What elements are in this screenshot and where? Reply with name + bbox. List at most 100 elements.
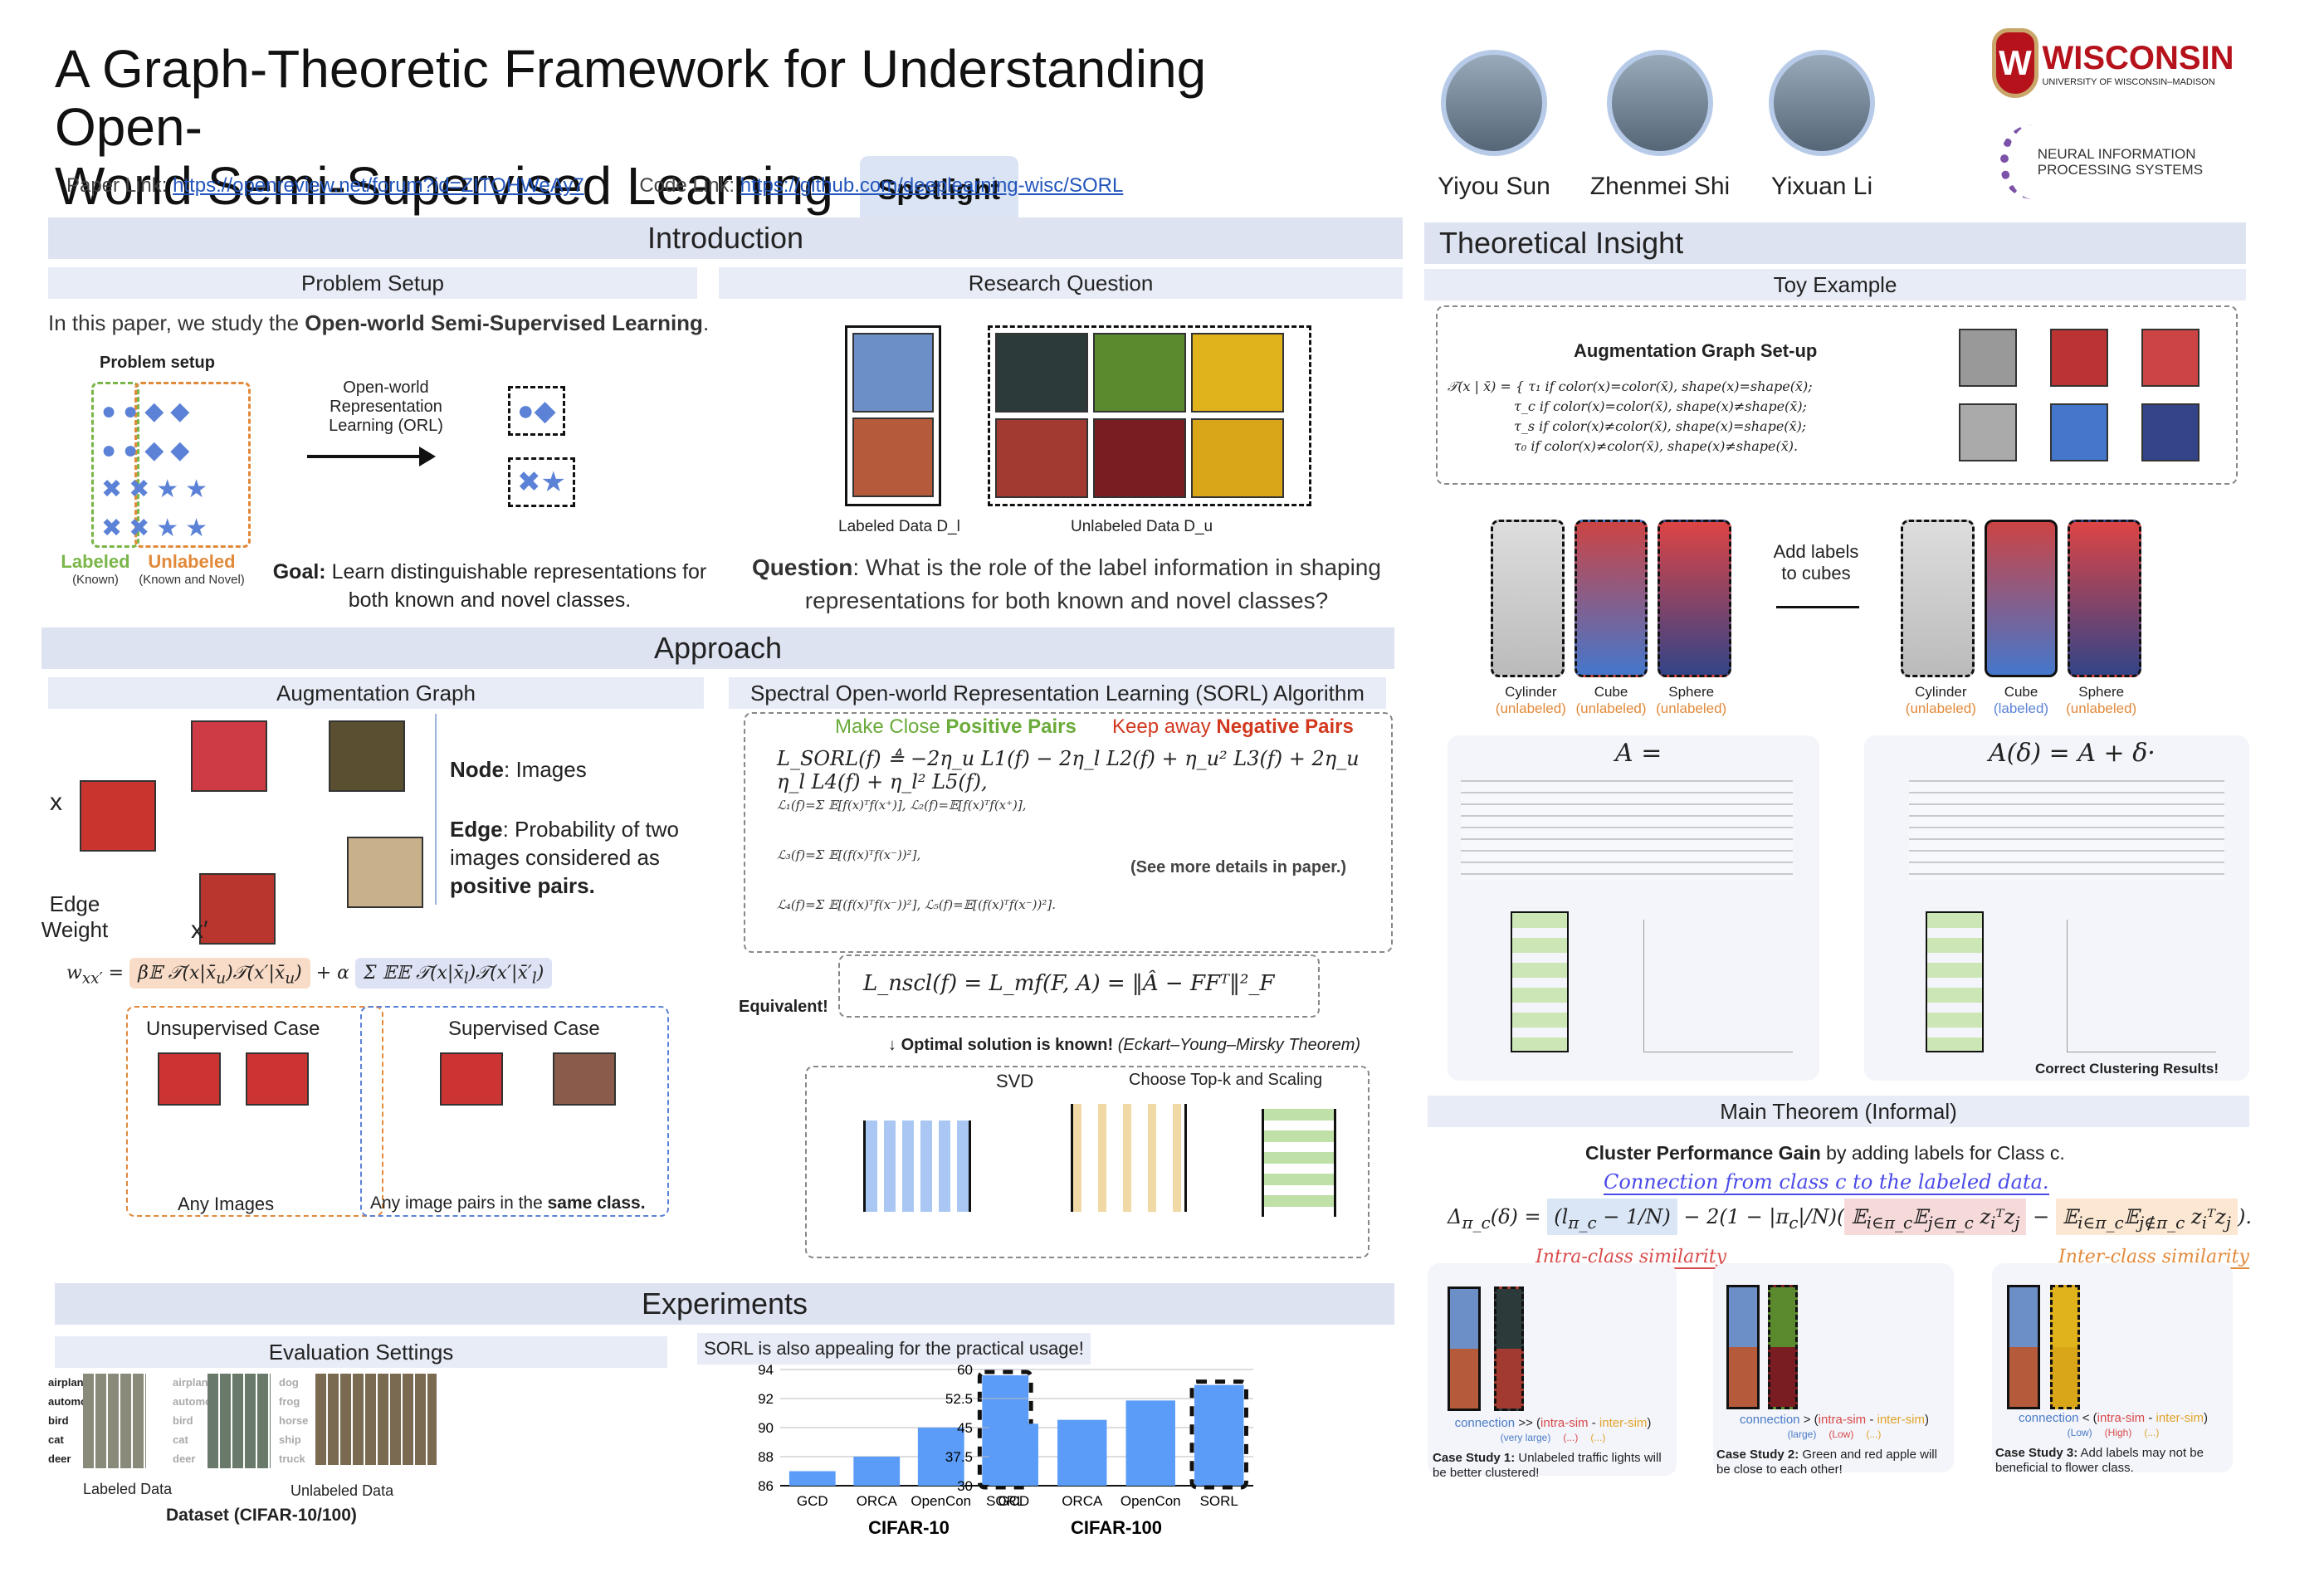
shape-labels-before: Cylinder (unlabeled) Cube (unlabeled) Sphe… <box>1491 684 1731 717</box>
unlabeled-images <box>988 325 1311 506</box>
any-pairs-label: Any image pairs in the same class. <box>370 1194 646 1213</box>
labeled-data-caption: Labeled Data <box>83 1481 173 1497</box>
x-tick-label: ORCA <box>857 1493 898 1509</box>
cube-group-labeled <box>1984 520 2058 677</box>
image <box>1191 333 1284 413</box>
x-tick-label: ORCA <box>1062 1493 1103 1509</box>
subsection-research-question: Research Question <box>719 267 1403 299</box>
y-tick-label: 60 <box>957 1362 973 1378</box>
transition-formula: 𝒯(x | x̄) = { τ₁ if color(x)=color(x̄), … <box>1448 378 1813 454</box>
y-tick-label: 86 <box>758 1478 774 1494</box>
goal-text: Goal: Learn distinguishable representati… <box>272 560 707 612</box>
matrix-A-grid <box>1461 780 1793 880</box>
image <box>1093 418 1186 498</box>
cylinder-gray <box>1959 403 2017 461</box>
clustered-shapes: ●◆ ✖★ <box>508 375 649 525</box>
node-text: Node: Images <box>450 757 587 782</box>
gain-formula: Δπ_c(δ) = (lπ_c − 1/N) − 2(1 − |πc|/N)(𝔼… <box>1448 1199 2252 1235</box>
loss-terms: ℒ₁(f)=Σ 𝔼[f(x)ᵀf(x⁺)], ℒ₂(f)=𝔼[f(x)ᵀf(x⁺… <box>777 798 1056 912</box>
subsection-problem-setup: Problem Setup <box>48 267 697 299</box>
matrix-Ad-grid <box>1909 780 2224 880</box>
intro-text: In this paper, we study the Open-world S… <box>48 310 710 335</box>
bar-orca <box>853 1457 901 1486</box>
dataset-caption: Dataset (CIFAR-10/100) <box>166 1506 357 1525</box>
unsupervised-label: Unsupervised Case <box>146 1018 320 1040</box>
section-introduction: Introduction <box>48 217 1403 259</box>
x-tick-label: GCD <box>797 1493 828 1509</box>
y-tick-label: 37.5 <box>945 1449 973 1465</box>
matrix-A-label: A = <box>1615 739 1662 768</box>
unlabeled-sunflowers <box>2050 1285 2080 1409</box>
sphere-group <box>2068 520 2142 677</box>
image <box>995 418 1088 498</box>
cylinder-group <box>1901 520 1975 677</box>
subsection-sorl: Spectral Open-world Representation Learn… <box>729 677 1386 709</box>
any-images-label: Any Images <box>178 1194 275 1214</box>
shape-label: Cylinder (unlabeled) <box>1495 684 1566 716</box>
chart-title: CIFAR-100 <box>1071 1517 1162 1538</box>
scatter-3d-before <box>1643 920 1793 1052</box>
divider <box>435 714 437 905</box>
bar-sorl <box>1194 1384 1244 1486</box>
bar-gcd <box>788 1471 836 1486</box>
add-labels-label: Add labels to cubes <box>1773 541 1859 583</box>
code-link[interactable]: https://github.com/deeplearning-wisc/SOR… <box>740 174 1124 197</box>
before-labels <box>1491 520 1732 677</box>
aug-setup-title: Augmentation Graph Set-up <box>1574 340 1818 361</box>
unlabeled-known-grid <box>208 1374 271 1468</box>
author-2: Zhenmei Shi <box>1585 50 1735 201</box>
cylinder-gray <box>1959 329 2017 387</box>
cube-group <box>1574 520 1648 677</box>
cifar100-chart: 30 37.5 45 52.5 60 GCD ORCA OpenCon SORL CIFAR-10… <box>945 1362 1253 1538</box>
arrow-right-icon <box>307 455 423 458</box>
labeled-traffic-lights <box>1726 1285 1760 1409</box>
image <box>1093 333 1186 413</box>
image-node <box>80 780 156 852</box>
unlabeled-label: Unlabeled (Known and Novel) <box>139 551 245 587</box>
shape-label: Cube (labeled) <box>1993 684 2049 716</box>
edge-text: Edge: Probability of two images consider… <box>450 817 680 898</box>
x-tick-label: SORL <box>1200 1493 1238 1509</box>
shape-labels-after: Cylinder (unlabeled) Cube (labeled) Sphere… <box>1901 684 2141 717</box>
section-theoretical-insight: Theoretical Insight <box>1424 222 2246 264</box>
matrix-F <box>1511 911 1569 1052</box>
topk-label: Choose Top-k and Scaling <box>1129 1071 1323 1089</box>
labeled-data-label: Labeled Data D_l <box>838 518 960 535</box>
sphere-group <box>1658 520 1732 677</box>
problem-setup-label: Problem setup <box>100 354 215 372</box>
correct-clustering-label: Correct Clustering Results! <box>2035 1061 2219 1077</box>
unlabeled-traffic-lights <box>1494 1286 1524 1411</box>
toy-graph <box>1959 329 2200 461</box>
unlabeled-data-label: Unlabeled Data D_u <box>1071 518 1213 535</box>
y-tick-label: 45 <box>957 1420 973 1436</box>
image <box>246 1052 309 1106</box>
x-prime-node: x′ <box>191 916 208 944</box>
image <box>440 1052 503 1106</box>
image <box>553 1052 616 1106</box>
labeled-grid <box>83 1374 146 1468</box>
edge-weight-formula: wxx′ = β𝔼 𝒯(x|x̄u)𝒯(x′|x̄u) + α Σ 𝔼𝔼 𝒯(x… <box>66 958 730 989</box>
novel-grid <box>315 1374 437 1465</box>
subsection-evaluation: Evaluation Settings <box>55 1336 667 1368</box>
svd-label: SVD <box>996 1071 1034 1091</box>
edge-weight-label: Edge Weight <box>41 891 109 942</box>
x-tick-label: GCD <box>998 1493 1029 1509</box>
make-close-label: Make Close Positive Pairs <box>835 715 1077 738</box>
image <box>1191 418 1284 498</box>
matrix-V <box>1071 1104 1187 1212</box>
equivalent-label: Equivalent! <box>739 998 828 1016</box>
neurips-logo: NEURAL INFORMATION PROCESSING SYSTEMS <box>2000 124 2203 199</box>
matrix-A <box>863 1120 971 1212</box>
bar-opencon <box>1125 1400 1175 1486</box>
paper-link[interactable]: https://openreview.net/forum?id=ZITOHWeA… <box>173 174 584 197</box>
avatar <box>1607 50 1713 156</box>
image <box>158 1052 221 1106</box>
labeled-traffic-lights <box>1448 1286 1481 1411</box>
crest-icon: W <box>1992 28 2038 98</box>
arrowhead-icon <box>419 447 436 466</box>
scatter-3d-after <box>2067 920 2216 1052</box>
cylinder-group <box>1491 520 1565 677</box>
author-3: Yixuan Li <box>1755 50 1888 201</box>
case-3-text: connection < (intra-sim - inter-sim) (Lo… <box>1995 1411 2209 1475</box>
bar-orca <box>1057 1419 1107 1486</box>
